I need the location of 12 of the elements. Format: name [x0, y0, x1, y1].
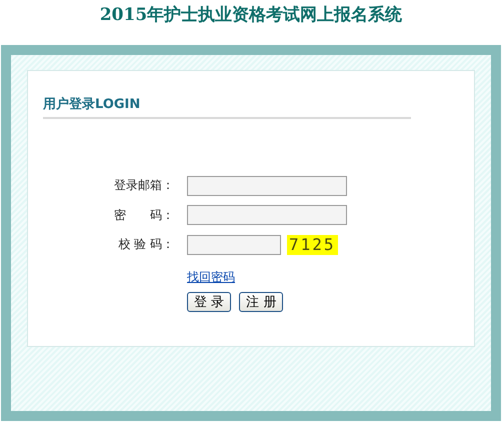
field-label: 登录邮箱： — [113, 177, 175, 194]
captcha-field[interactable] — [187, 234, 281, 255]
login-heading: 用户登录LOGIN — [43, 96, 142, 114]
form-button[interactable]: 注 册 — [239, 292, 284, 312]
field-label: 密 码： — [113, 206, 175, 224]
form-button[interactable]: 登 录 — [187, 292, 232, 312]
input-field[interactable] — [187, 176, 347, 196]
field-label: 校 验 码： — [117, 236, 175, 254]
recover-password-link[interactable]: 找回密码 — [187, 270, 235, 284]
captcha-image: 7125 — [287, 234, 338, 255]
page-title: 2015年护士执业资格考试网上报名系统 — [98, 4, 404, 27]
input-field[interactable] — [187, 205, 347, 226]
